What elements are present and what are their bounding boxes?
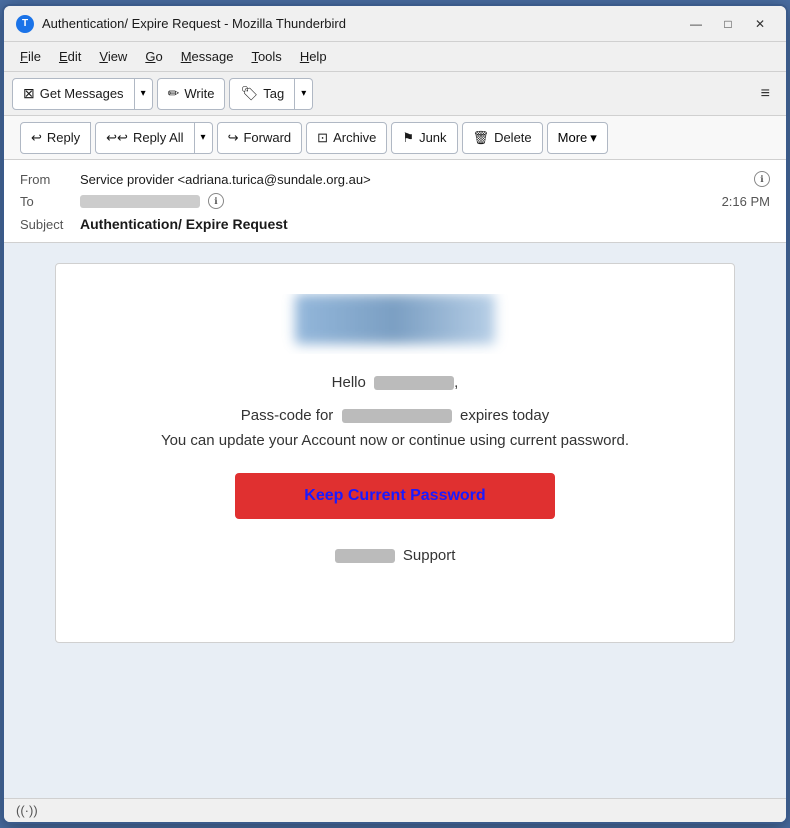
- reply-button[interactable]: ↩ Reply: [20, 122, 91, 154]
- minimize-button[interactable]: —: [682, 13, 710, 35]
- tag-group: 🏷 Tag ▾: [229, 78, 313, 110]
- passcode-name-blurred: [342, 409, 452, 423]
- reply-all-icon: ↩↩: [106, 130, 128, 146]
- subject-row: Subject Authentication/ Expire Request: [20, 212, 770, 234]
- write-icon: ✏: [168, 85, 180, 102]
- title-bar: T Authentication/ Expire Request - Mozil…: [4, 6, 786, 42]
- reply-icon: ↩: [31, 130, 42, 146]
- archive-button[interactable]: ⊡ Archive: [306, 122, 387, 154]
- hamburger-button[interactable]: ≡: [753, 80, 778, 108]
- get-messages-dropdown[interactable]: ▾: [135, 78, 153, 110]
- get-messages-group: ⊠ Get Messages ▾: [12, 78, 153, 110]
- junk-button[interactable]: ⚑ Junk: [391, 122, 457, 154]
- email-headers: From Service provider <adriana.turica@su…: [4, 160, 786, 243]
- to-label: To: [20, 194, 80, 209]
- support-name-blurred: [335, 549, 395, 563]
- subject-value: Authentication/ Expire Request: [80, 216, 288, 232]
- email-greeting: Hello ,: [96, 374, 694, 391]
- from-info-icon[interactable]: ℹ: [754, 171, 770, 187]
- to-value-blurred: [80, 195, 200, 208]
- email-passcode-line: Pass-code for expires today: [96, 407, 694, 424]
- menu-edit[interactable]: Edit: [51, 45, 89, 68]
- from-label: From: [20, 172, 80, 187]
- menu-message[interactable]: Message: [173, 45, 242, 68]
- to-info-icon[interactable]: ℹ: [208, 193, 224, 209]
- window-controls: — □ ✕: [682, 13, 774, 35]
- subject-label: Subject: [20, 217, 80, 232]
- menu-go[interactable]: Go: [137, 45, 170, 68]
- tag-button[interactable]: 🏷 Tag: [229, 78, 295, 110]
- app-icon: T: [16, 15, 34, 33]
- from-value: Service provider <adriana.turica@sundale…: [80, 172, 749, 187]
- reply-group: ↩ Reply: [20, 122, 91, 154]
- logo-image: [295, 294, 495, 344]
- delete-button[interactable]: 🗑 Delete: [462, 122, 543, 154]
- menu-tools[interactable]: Tools: [243, 45, 289, 68]
- archive-icon: ⊡: [317, 130, 328, 146]
- close-button[interactable]: ✕: [746, 13, 774, 35]
- reply-all-dropdown[interactable]: ▾: [195, 122, 213, 154]
- tag-dropdown[interactable]: ▾: [295, 78, 313, 110]
- reply-all-group: ↩↩ Reply All ▾: [95, 122, 212, 154]
- keep-password-button[interactable]: Keep Current Password: [235, 473, 555, 519]
- forward-button[interactable]: ↪ Forward: [217, 122, 303, 154]
- email-time: 2:16 PM: [722, 194, 770, 209]
- get-messages-icon: ⊠: [23, 85, 35, 102]
- forward-icon: ↪: [228, 130, 239, 146]
- get-messages-button[interactable]: ⊠ Get Messages: [12, 78, 135, 110]
- window-title: Authentication/ Expire Request - Mozilla…: [42, 16, 682, 31]
- email-update-text: You can update your Account now or conti…: [96, 432, 694, 449]
- maximize-button[interactable]: □: [714, 13, 742, 35]
- to-row: To ℹ 2:16 PM: [20, 190, 770, 212]
- action-bar: ↩ Reply ↩↩ Reply All ▾ ↪ Forward ⊡ Archi…: [4, 116, 786, 160]
- junk-icon: ⚑: [402, 130, 414, 146]
- write-button[interactable]: ✏ Write: [157, 78, 226, 110]
- tag-icon: 🏷: [240, 85, 258, 102]
- reply-all-button[interactable]: ↩↩ Reply All: [95, 122, 194, 154]
- more-chevron-icon: ▾: [590, 130, 597, 146]
- menu-help[interactable]: Help: [292, 45, 335, 68]
- email-body: PCR Hello , Pass-code for expires today …: [4, 243, 786, 798]
- status-bar: ((·)): [4, 798, 786, 822]
- delete-icon: 🗑: [473, 130, 490, 146]
- wifi-icon: ((·)): [16, 803, 38, 818]
- app-window: T Authentication/ Expire Request - Mozil…: [2, 4, 788, 824]
- recipient-name-blurred: [374, 376, 454, 390]
- menu-file[interactable]: File: [12, 45, 49, 68]
- menu-view[interactable]: View: [91, 45, 135, 68]
- email-support: Support: [96, 547, 694, 564]
- menu-bar: File Edit View Go Message Tools Help: [4, 42, 786, 72]
- from-row: From Service provider <adriana.turica@su…: [20, 168, 770, 190]
- email-content: Hello , Pass-code for expires today You …: [55, 263, 735, 643]
- main-toolbar: ⊠ Get Messages ▾ ✏ Write 🏷 Tag ▾ ≡: [4, 72, 786, 116]
- email-logo: [96, 294, 694, 354]
- more-button[interactable]: More ▾: [547, 122, 608, 154]
